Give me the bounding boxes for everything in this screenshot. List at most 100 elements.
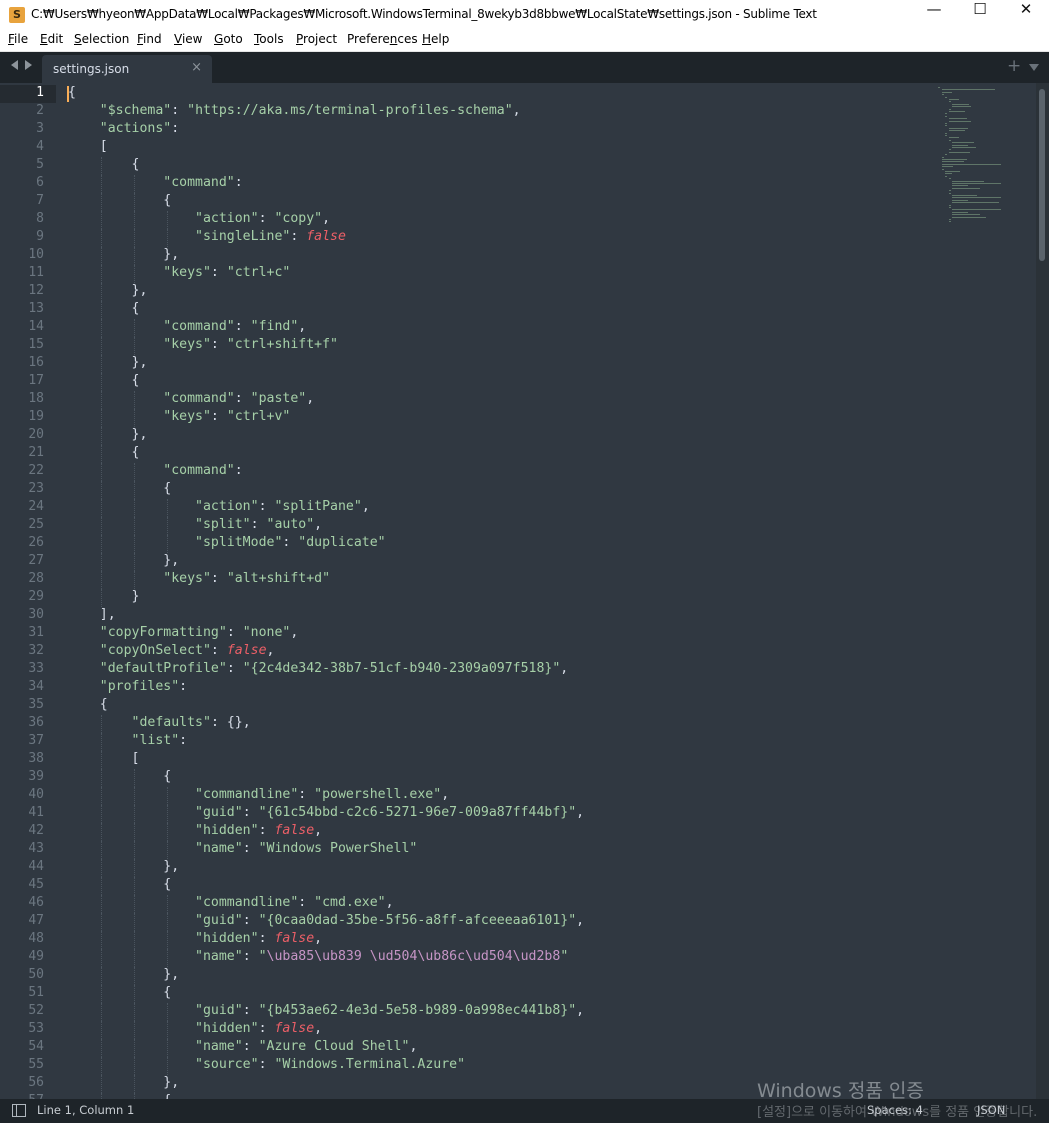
punctuation-token [68, 121, 100, 136]
minimap-line [941, 163, 1001, 165]
minimap-line [945, 115, 948, 117]
line-number: 7 [36, 193, 44, 208]
code-line: { [68, 193, 171, 211]
menu-project[interactable]: Project [296, 32, 337, 46]
tab-nav-left-icon[interactable] [11, 60, 18, 70]
text-caret [67, 86, 69, 102]
minimap-line [938, 87, 940, 88]
minimap-line [948, 151, 970, 153]
menu-tools[interactable]: Tools [254, 32, 284, 46]
close-button[interactable]: ✕ [1003, 0, 1049, 30]
string-token: "copyOnSelect" [99, 643, 211, 658]
menu-view[interactable]: View [174, 32, 202, 46]
maximize-button[interactable]: ☐ [957, 0, 1003, 30]
minimap-line [948, 221, 951, 223]
code-line: "copyOnSelect": false, [68, 643, 275, 661]
punctuation-token: : [242, 841, 259, 856]
string-token: "list" [131, 733, 180, 748]
menu-help[interactable]: Help [422, 32, 449, 46]
menu-preferences[interactable]: Preferences [347, 32, 418, 46]
punctuation-token [68, 337, 163, 352]
minimap-line [952, 195, 978, 196]
code-line: "splitMode": "duplicate" [68, 535, 386, 553]
line-number: 42 [28, 823, 44, 838]
punctuation-token [68, 625, 100, 640]
string-token: "{b453ae62-4e3d-5e58-b989-0a998ec441b8}" [258, 1003, 577, 1018]
punctuation-token: : [234, 319, 251, 334]
keyword-token: false [274, 931, 315, 946]
string-token: "command" [163, 319, 235, 334]
string-token: "splitPane" [274, 499, 362, 514]
line-number: 8 [36, 211, 44, 226]
code-line: "defaultProfile": "{2c4de342-38b7-51cf-b… [68, 661, 568, 679]
minimap-line [948, 118, 967, 120]
minimap-line [948, 120, 971, 122]
minimap[interactable] [934, 83, 1034, 643]
menu-file[interactable]: File [8, 32, 28, 46]
minimize-button[interactable]: — [911, 0, 957, 30]
punctuation-token: , [560, 661, 569, 676]
code-line: { [68, 697, 108, 715]
editor-area[interactable]: 1 2 3 4 5 6 7 8 9 10 11 12 13 14 15 16 17 18 19 20 21 22 23 24 2… [0, 83, 1049, 1099]
punctuation-token [68, 895, 195, 910]
menu-label: election [81, 32, 130, 46]
minimap-line [941, 159, 967, 160]
tab-close-icon[interactable]: × [191, 60, 202, 75]
string-token: "none" [242, 625, 291, 640]
punctuation-token: : [258, 211, 275, 226]
code-line: }, [68, 427, 148, 445]
line-number: 16 [28, 355, 44, 370]
minimap-line [948, 219, 951, 220]
punctuation-token [68, 679, 100, 694]
punctuation-token: , [409, 1039, 418, 1054]
code-line: "action": "copy", [68, 211, 330, 229]
menu-edit[interactable]: Edit [40, 32, 63, 46]
minimap-line [952, 214, 981, 216]
minimap-line [948, 204, 951, 206]
string-token: "split" [195, 517, 251, 532]
punctuation-token: : [234, 463, 243, 478]
line-number: 10 [28, 247, 44, 262]
tab-settings-json[interactable]: settings.json × [42, 55, 212, 83]
punctuation-token: { [68, 157, 140, 172]
tab-nav-right-icon[interactable] [25, 60, 32, 70]
punctuation-token: : [179, 679, 188, 694]
minimap-line [945, 171, 961, 172]
string-token: "action" [195, 211, 259, 226]
punctuation-token [68, 499, 195, 514]
line-number: 34 [28, 679, 44, 694]
punctuation-token [68, 1057, 195, 1072]
tab-list-dropdown-icon[interactable] [1029, 64, 1039, 71]
line-number: 44 [28, 859, 44, 874]
menu-goto[interactable]: Goto [214, 32, 243, 46]
menu-find[interactable]: Find [137, 32, 162, 46]
punctuation-token: , [576, 1003, 585, 1018]
code-line: [ [68, 139, 108, 157]
line-number: 11 [28, 265, 44, 280]
menu-mnemonic: S [74, 32, 82, 46]
string-token [362, 949, 370, 964]
punctuation-token [68, 733, 132, 748]
string-token: " [258, 949, 267, 964]
punctuation-token: , [314, 517, 323, 532]
punctuation-token: : [298, 895, 315, 910]
string-token: "{61c54bbd-c2c6-5271-96e7-009a87ff44bf}" [258, 805, 577, 820]
code-line: }, [68, 967, 179, 985]
scrollbar-thumb[interactable] [1039, 89, 1045, 261]
punctuation-token [68, 841, 195, 856]
string-token: "{2c4de342-38b7-51cf-b940-2309a097f518}" [242, 661, 561, 676]
punctuation-token: , [298, 319, 307, 334]
panel-toggle-icon[interactable] [12, 1104, 26, 1117]
punctuation-token: }, [68, 283, 148, 298]
punctuation-token [68, 211, 195, 226]
menu-mnemonic: V [174, 32, 182, 46]
punctuation-token [68, 643, 100, 658]
activation-watermark-text: [설정]으로 이동하여 Windows를 정품 인증합니다. [757, 1105, 1038, 1120]
menu-selection[interactable]: Selection [74, 32, 129, 46]
new-tab-plus-icon[interactable]: + [1007, 56, 1021, 76]
minimap-line [952, 185, 969, 187]
string-token: "ctrl+v" [226, 409, 291, 424]
keyword-token: false [306, 229, 346, 244]
minimap-line [952, 144, 969, 146]
code-line: "split": "auto", [68, 517, 322, 535]
